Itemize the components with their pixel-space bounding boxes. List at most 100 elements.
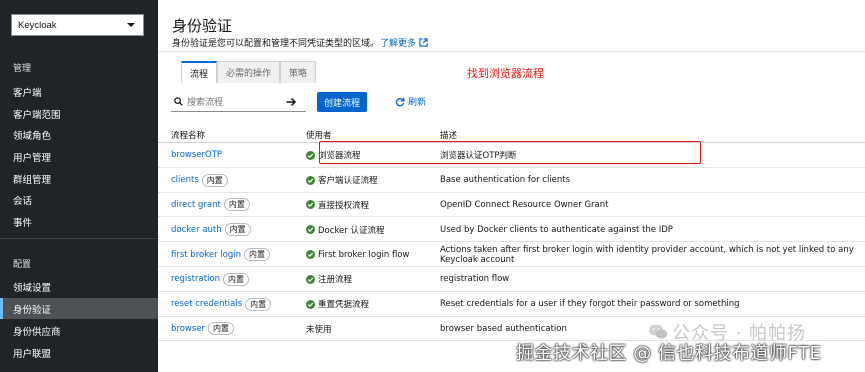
used-by-cell: 重置凭据流程: [306, 292, 369, 317]
flow-name-cell: registration 内置: [171, 267, 250, 292]
create-flow-button[interactable]: 创建流程: [317, 92, 368, 112]
nav-item-identity-providers[interactable]: 身份供应商: [0, 320, 158, 341]
learn-more-link[interactable]: 了解更多: [380, 36, 428, 49]
builtin-badge: 内置: [201, 173, 228, 187]
flow-name-cell: direct grant 内置: [171, 193, 250, 218]
nav-item-realm-settings[interactable]: 领域设置: [0, 276, 158, 297]
description-cell: Reset credentials for a user if they for…: [440, 299, 740, 310]
column-header-description: 描述: [440, 131, 458, 141]
flow-name-link[interactable]: registration: [171, 274, 220, 284]
nav-item-events[interactable]: 事件: [0, 211, 158, 232]
used-by-cell: 注册流程: [306, 267, 352, 292]
page-title: 身份验证: [172, 17, 233, 35]
table-row: first broker login 内置 First broker login f…: [158, 242, 865, 267]
refresh-label: 刷新: [408, 98, 427, 108]
sidebar: Keycloak 管理 客户端 客户端范围 领域角色 用户管理 群组管理 会话 …: [0, 0, 158, 372]
nav-divider: [0, 238, 158, 239]
builtin-badge: 内置: [223, 272, 250, 286]
description-cell: browser based authentication: [440, 323, 567, 334]
tab-required-actions[interactable]: 必需的操作: [217, 61, 281, 83]
description-cell: OpenID Connect Resource Owner Grant: [440, 199, 609, 210]
builtin-badge: 内置: [224, 223, 251, 237]
used-by-cell: 客户端认证流程: [306, 168, 378, 193]
flow-name-cell: browserOTP: [171, 143, 222, 168]
used-by-text: 客户端认证流程: [318, 176, 378, 187]
builtin-badge: 内置: [208, 322, 235, 336]
table-row: docker auth 内置 Docker 认证流程 Used by Docker c…: [158, 217, 865, 243]
nav-item-groups[interactable]: 群组管理: [0, 168, 158, 189]
search-input[interactable]: [187, 96, 292, 107]
realm-name: Keycloak: [18, 19, 57, 31]
nav-item-sessions[interactable]: 会话: [0, 189, 158, 210]
table-row: clients 内置 客户端认证流程 Base authentication for …: [158, 168, 865, 193]
builtin-badge: 内置: [223, 198, 250, 212]
page-description: 身份验证是您可以配置和管理不同凭证类型的区域。: [172, 39, 380, 49]
used-by-text: First broker login flow: [318, 249, 410, 260]
nav-item-users[interactable]: 用户管理: [0, 146, 158, 167]
flow-name-link[interactable]: clients: [171, 175, 199, 185]
flow-name-link[interactable]: browser: [171, 324, 205, 334]
flow-name-link[interactable]: browserOTP: [171, 150, 222, 160]
refresh-icon: [395, 97, 405, 106]
flow-name-cell: first broker login 内置: [171, 242, 270, 267]
used-by-cell: First broker login flow: [306, 242, 409, 267]
used-by-text: 重置凭据流程: [318, 300, 370, 311]
flow-name-link[interactable]: first broker login: [171, 250, 241, 260]
learn-more-label: 了解更多: [380, 39, 417, 49]
check-circle-icon: [306, 274, 315, 284]
used-by-text: 未使用: [306, 324, 332, 335]
arrow-right-icon[interactable]: [285, 96, 297, 108]
table-row: direct grant 内置 直接授权流程 OpenID Connect Resou…: [158, 193, 865, 218]
tab-bar: 流程 必需的操作 策略: [181, 61, 317, 83]
used-by-cell: 直接授权流程: [306, 193, 369, 218]
nav-item-authentication[interactable]: 身份验证: [0, 298, 158, 319]
caret-down-icon: [127, 23, 135, 27]
column-header-used-by: 使用者: [306, 131, 332, 141]
tab-flows[interactable]: 流程: [181, 61, 218, 83]
description-cell: Used by Docker clients to authenticate a…: [440, 224, 673, 235]
used-by-text: 直接授权流程: [318, 200, 370, 211]
table-row: reset credentials 内置 重置凭据流程 Reset credentia…: [158, 292, 865, 317]
juejin-watermark: 掘金技术社区 @ 信也科技布道师FTE: [516, 343, 822, 364]
table-row: registration 内置 注册流程 registration flow: [158, 267, 865, 292]
page-header: 身份验证 身份验证是您可以配置和管理不同凭证类型的区域。 了解更多: [158, 0, 865, 52]
builtin-badge: 内置: [245, 297, 272, 311]
description-cell: Base authentication for clients: [440, 175, 571, 186]
check-circle-icon: [306, 299, 315, 309]
check-circle-icon: [306, 200, 315, 210]
annotation-highlight-box: [319, 141, 701, 164]
flow-name-link[interactable]: direct grant: [171, 200, 221, 210]
used-by-text: 注册流程: [318, 275, 353, 286]
refresh-button[interactable]: 刷新: [395, 95, 426, 108]
flow-name-cell: reset credentials 内置: [171, 292, 272, 317]
nav-section-configure: 配置: [13, 260, 32, 270]
nav-item-client-scopes[interactable]: 客户端范围: [0, 103, 158, 124]
flow-name-cell: browser 内置: [171, 317, 235, 342]
nav-item-clients[interactable]: 客户端: [0, 81, 158, 102]
check-circle-icon: [306, 150, 315, 160]
flow-name-cell: clients 内置: [171, 168, 228, 193]
main-content: 身份验证 身份验证是您可以配置和管理不同凭证类型的区域。 了解更多 流程 必需的…: [158, 0, 865, 372]
check-circle-icon: [306, 250, 315, 260]
nav-item-realm-roles[interactable]: 领域角色: [0, 124, 158, 145]
tab-policies[interactable]: 策略: [280, 61, 317, 83]
flow-name-cell: docker auth 内置: [171, 217, 251, 242]
nav-section-manage: 管理: [13, 64, 32, 74]
used-by-cell: Docker 认证流程: [306, 217, 384, 242]
search-icon: [174, 97, 183, 106]
column-header-name[interactable]: 流程名称: [171, 129, 205, 141]
table-body: browserOTP 浏览器流程 浏览器认证OTP判断 clients 内置 客户端认证流…: [158, 143, 865, 342]
used-by-cell: 未使用: [306, 317, 332, 342]
used-by-text: Docker 认证流程: [318, 225, 385, 236]
check-circle-icon: [306, 175, 315, 185]
external-link-icon: [419, 38, 428, 47]
builtin-badge: 内置: [243, 248, 270, 262]
flow-name-link[interactable]: docker auth: [171, 225, 222, 235]
annotation-text: 找到浏览器流程: [467, 67, 544, 80]
realm-selector[interactable]: Keycloak: [11, 14, 144, 36]
flow-name-link[interactable]: reset credentials: [171, 299, 242, 309]
description-cell: registration flow: [440, 274, 510, 285]
check-circle-icon: [306, 225, 315, 235]
nav-item-user-federation[interactable]: 用户联盟: [0, 342, 158, 363]
description-cell: Actions taken after first broker login w…: [440, 244, 854, 265]
